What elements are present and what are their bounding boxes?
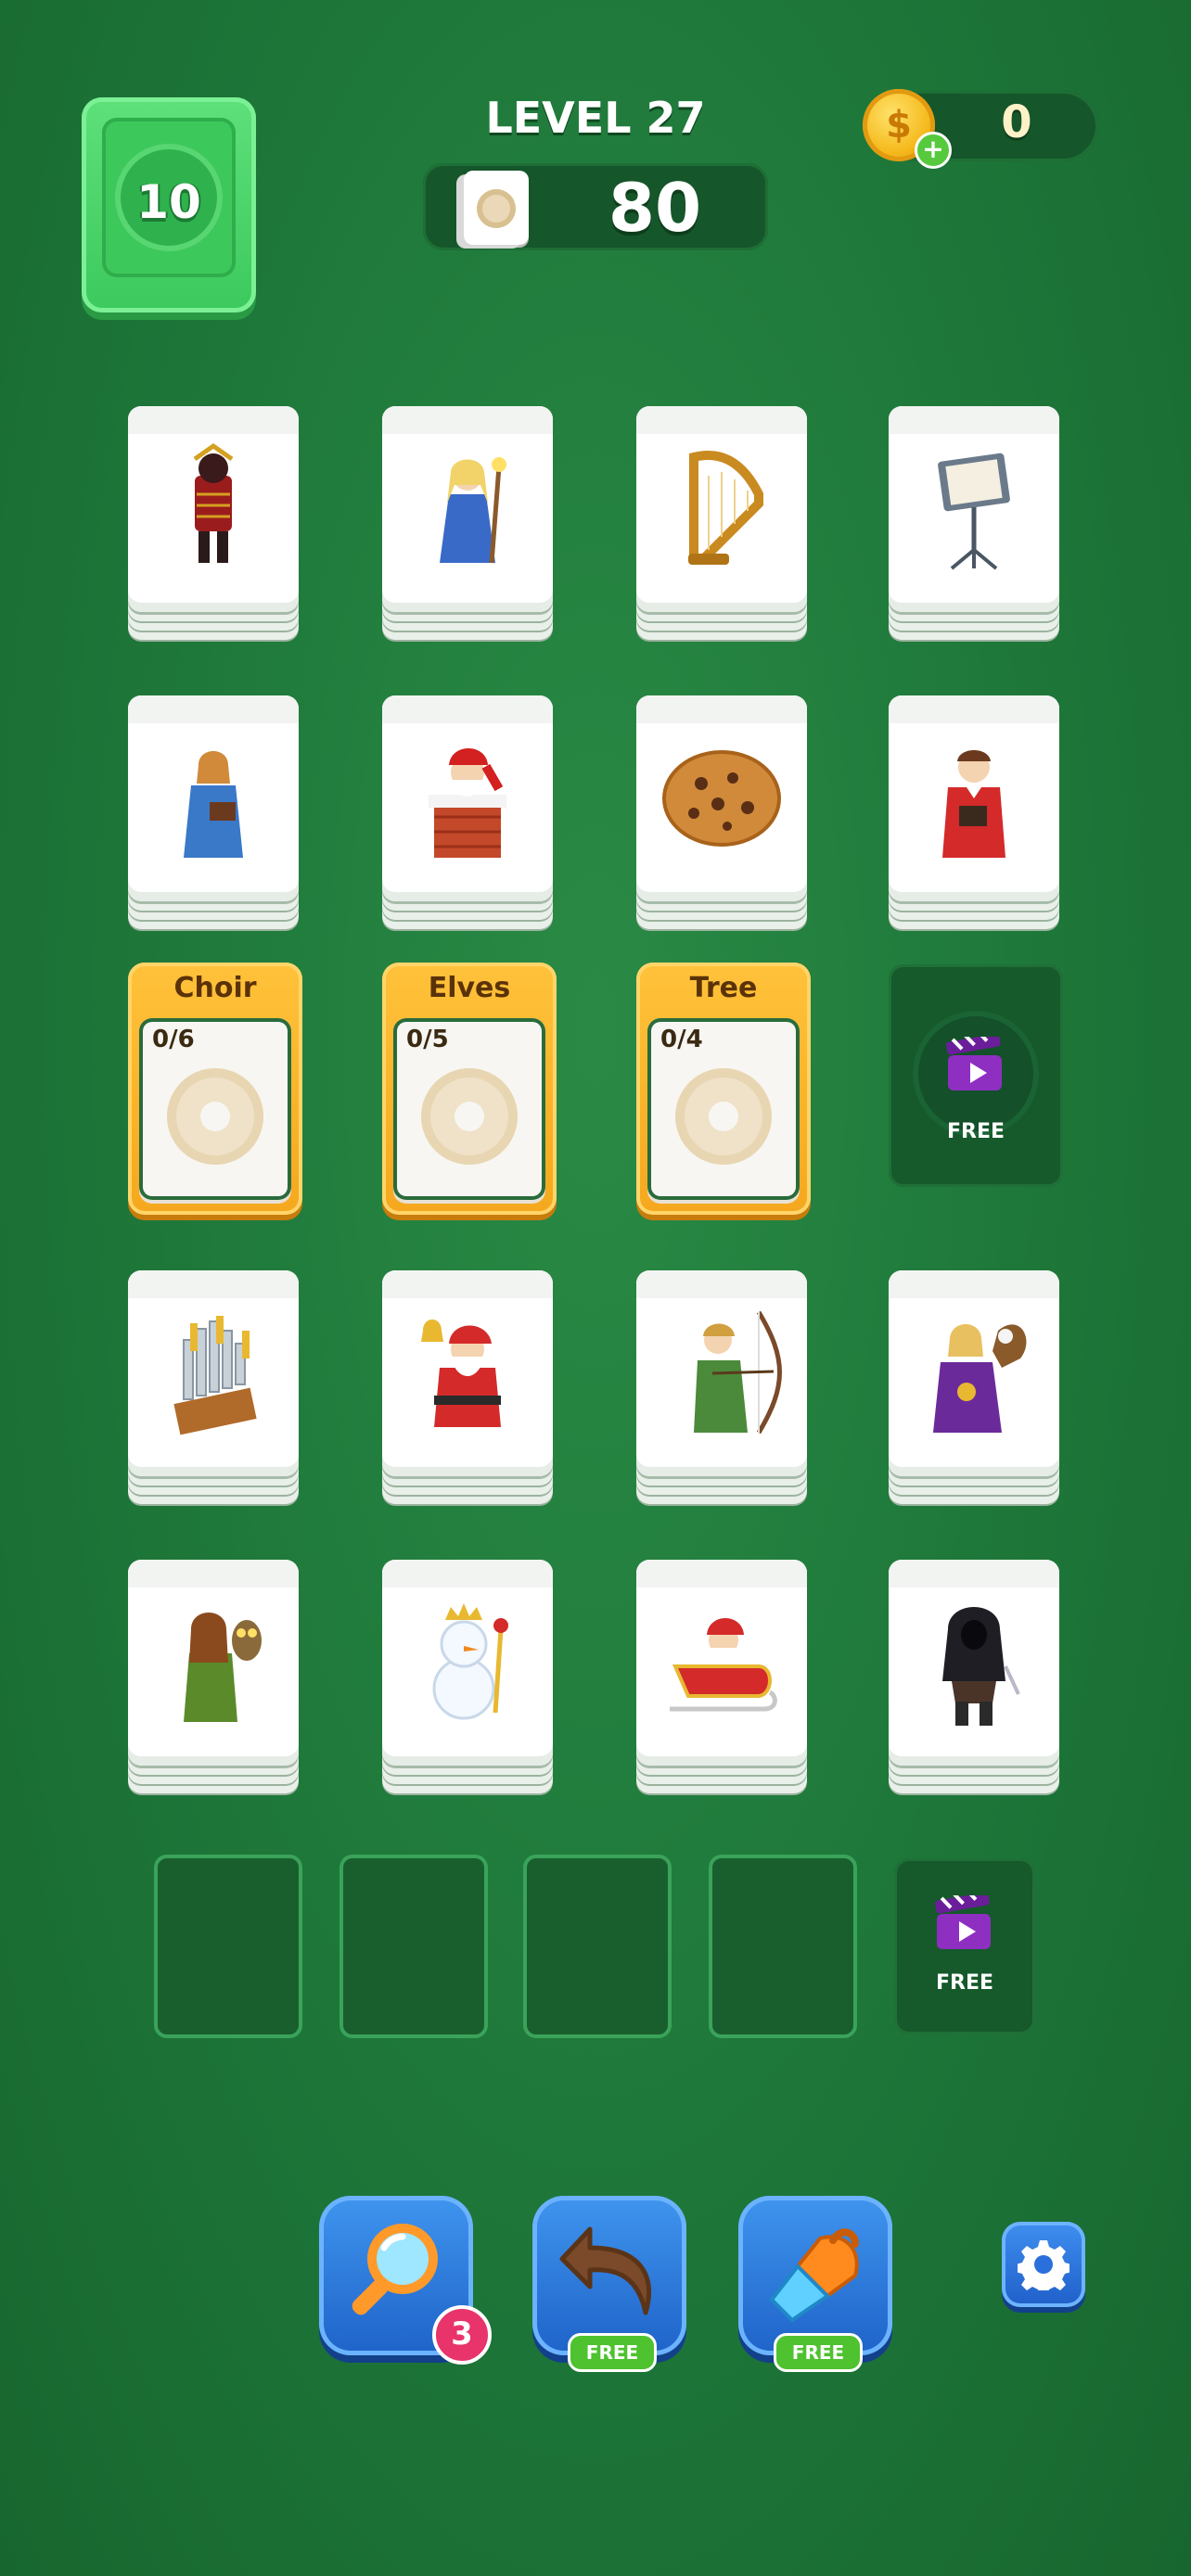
pipe-organ-icon [173,1316,257,1435]
harp-icon [688,451,763,565]
coin-count: 0 [1001,96,1032,148]
tile-face [128,406,299,612]
tile-face [636,695,807,901]
tile-face [889,695,1059,901]
free-category-slot[interactable]: FREE [889,964,1063,1187]
tile-santa-bell[interactable] [382,1270,553,1508]
tile-face [128,1560,299,1766]
tile-face [382,406,553,612]
category-progress: 0/5 [406,1026,449,1053]
hooded-rogue-icon [942,1607,1020,1726]
tile-music-stand[interactable] [889,406,1059,644]
elf-mage-icon [440,457,506,564]
tray-slot [339,1855,488,2038]
tile-choir-man[interactable] [889,695,1059,933]
snowman-king-icon [432,1603,508,1720]
music-stand-icon [938,453,1010,570]
level-title: LEVEL 27 [485,93,706,143]
tray-slot [523,1855,672,2038]
tile-face [889,406,1059,612]
moves-count: 10 [136,175,201,229]
tile-face [382,1560,553,1766]
choir-singer-woman-icon [184,751,243,858]
tile-hooded-rogue[interactable] [889,1560,1059,1797]
santa-sleigh-icon [670,1618,777,1712]
tile-elf-falconer[interactable] [889,1270,1059,1508]
tile-elf-wizard[interactable] [382,406,553,644]
category-card-choir: Choir 0/6 [128,963,302,1215]
magnifier-count-badge: 3 [432,2305,492,2365]
tile-elf-archer[interactable] [636,1270,807,1508]
cookie-icon [662,750,781,847]
tile-face [382,1270,553,1476]
tray-slot [709,1855,857,2038]
category-title: Choir [173,972,257,1004]
samurai-icon [193,442,234,563]
forest-elf-owl-icon [184,1613,262,1722]
category-progress: 0/6 [152,1026,195,1053]
card-icon [464,171,529,245]
tile-face [128,1270,299,1476]
magnifier-booster-button[interactable]: 3 [319,2196,492,2365]
free-label: FREE [935,1971,994,1995]
tile-choir-woman[interactable] [128,695,299,933]
tile-forest-elf[interactable] [128,1560,299,1797]
santa-bell-icon [421,1320,501,1427]
tile-organ-pipes[interactable] [128,1270,299,1508]
santa-chimney-icon [429,748,506,858]
category-progress: 0/4 [660,1026,703,1053]
tile-face [382,695,553,901]
add-coins-icon[interactable]: + [915,132,952,169]
undo-arrow-icon [559,2226,651,2315]
choir-singer-man-icon [942,750,1005,858]
flower-icon [675,1068,772,1165]
magnifier-icon [352,2224,438,2315]
category-card-elves: Elves 0/5 [382,963,557,1215]
tile-face [889,1270,1059,1476]
score-pill: 80 [423,163,768,250]
tile-face [636,406,807,612]
tray-slot [154,1855,302,2038]
video-clapper-icon [946,1037,1002,1090]
moves-tile: 10 [102,118,236,277]
vacuum-booster-button[interactable]: FREE [738,2196,892,2372]
settings-button[interactable] [1002,2222,1085,2307]
vacuum-free-badge: FREE [774,2333,863,2372]
category-title: Elves [428,972,511,1004]
tile-santa-chimney[interactable] [382,695,553,933]
vacuum-icon [769,2228,859,2323]
category-title: Tree [689,972,758,1004]
tile-harp[interactable] [636,406,807,644]
category-card-tree: Tree 0/4 [636,963,811,1215]
undo-booster-button[interactable]: FREE [532,2196,686,2372]
elf-archer-icon [694,1310,782,1435]
tile-samurai[interactable] [128,406,299,644]
gear-icon [1018,2240,1069,2290]
tile-face [128,695,299,901]
tile-santa-sleigh[interactable] [636,1560,807,1797]
flower-icon [167,1068,263,1165]
score-value: 80 [608,169,702,247]
flower-icon [421,1068,518,1165]
free-tray-slot[interactable]: FREE [894,1858,1035,2034]
tile-face [889,1560,1059,1766]
undo-free-badge: FREE [568,2333,657,2372]
tile-face [636,1560,807,1766]
moves-counter: 10 [82,97,256,312]
tile-face [636,1270,807,1476]
elf-falconer-icon [933,1324,1027,1433]
tile-cookie[interactable] [636,695,807,933]
video-clapper-icon [935,1895,991,1949]
free-label: FREE [946,1120,1005,1143]
tile-snowman[interactable] [382,1560,553,1797]
coin-balance[interactable]: $ + 0 [863,89,1098,169]
